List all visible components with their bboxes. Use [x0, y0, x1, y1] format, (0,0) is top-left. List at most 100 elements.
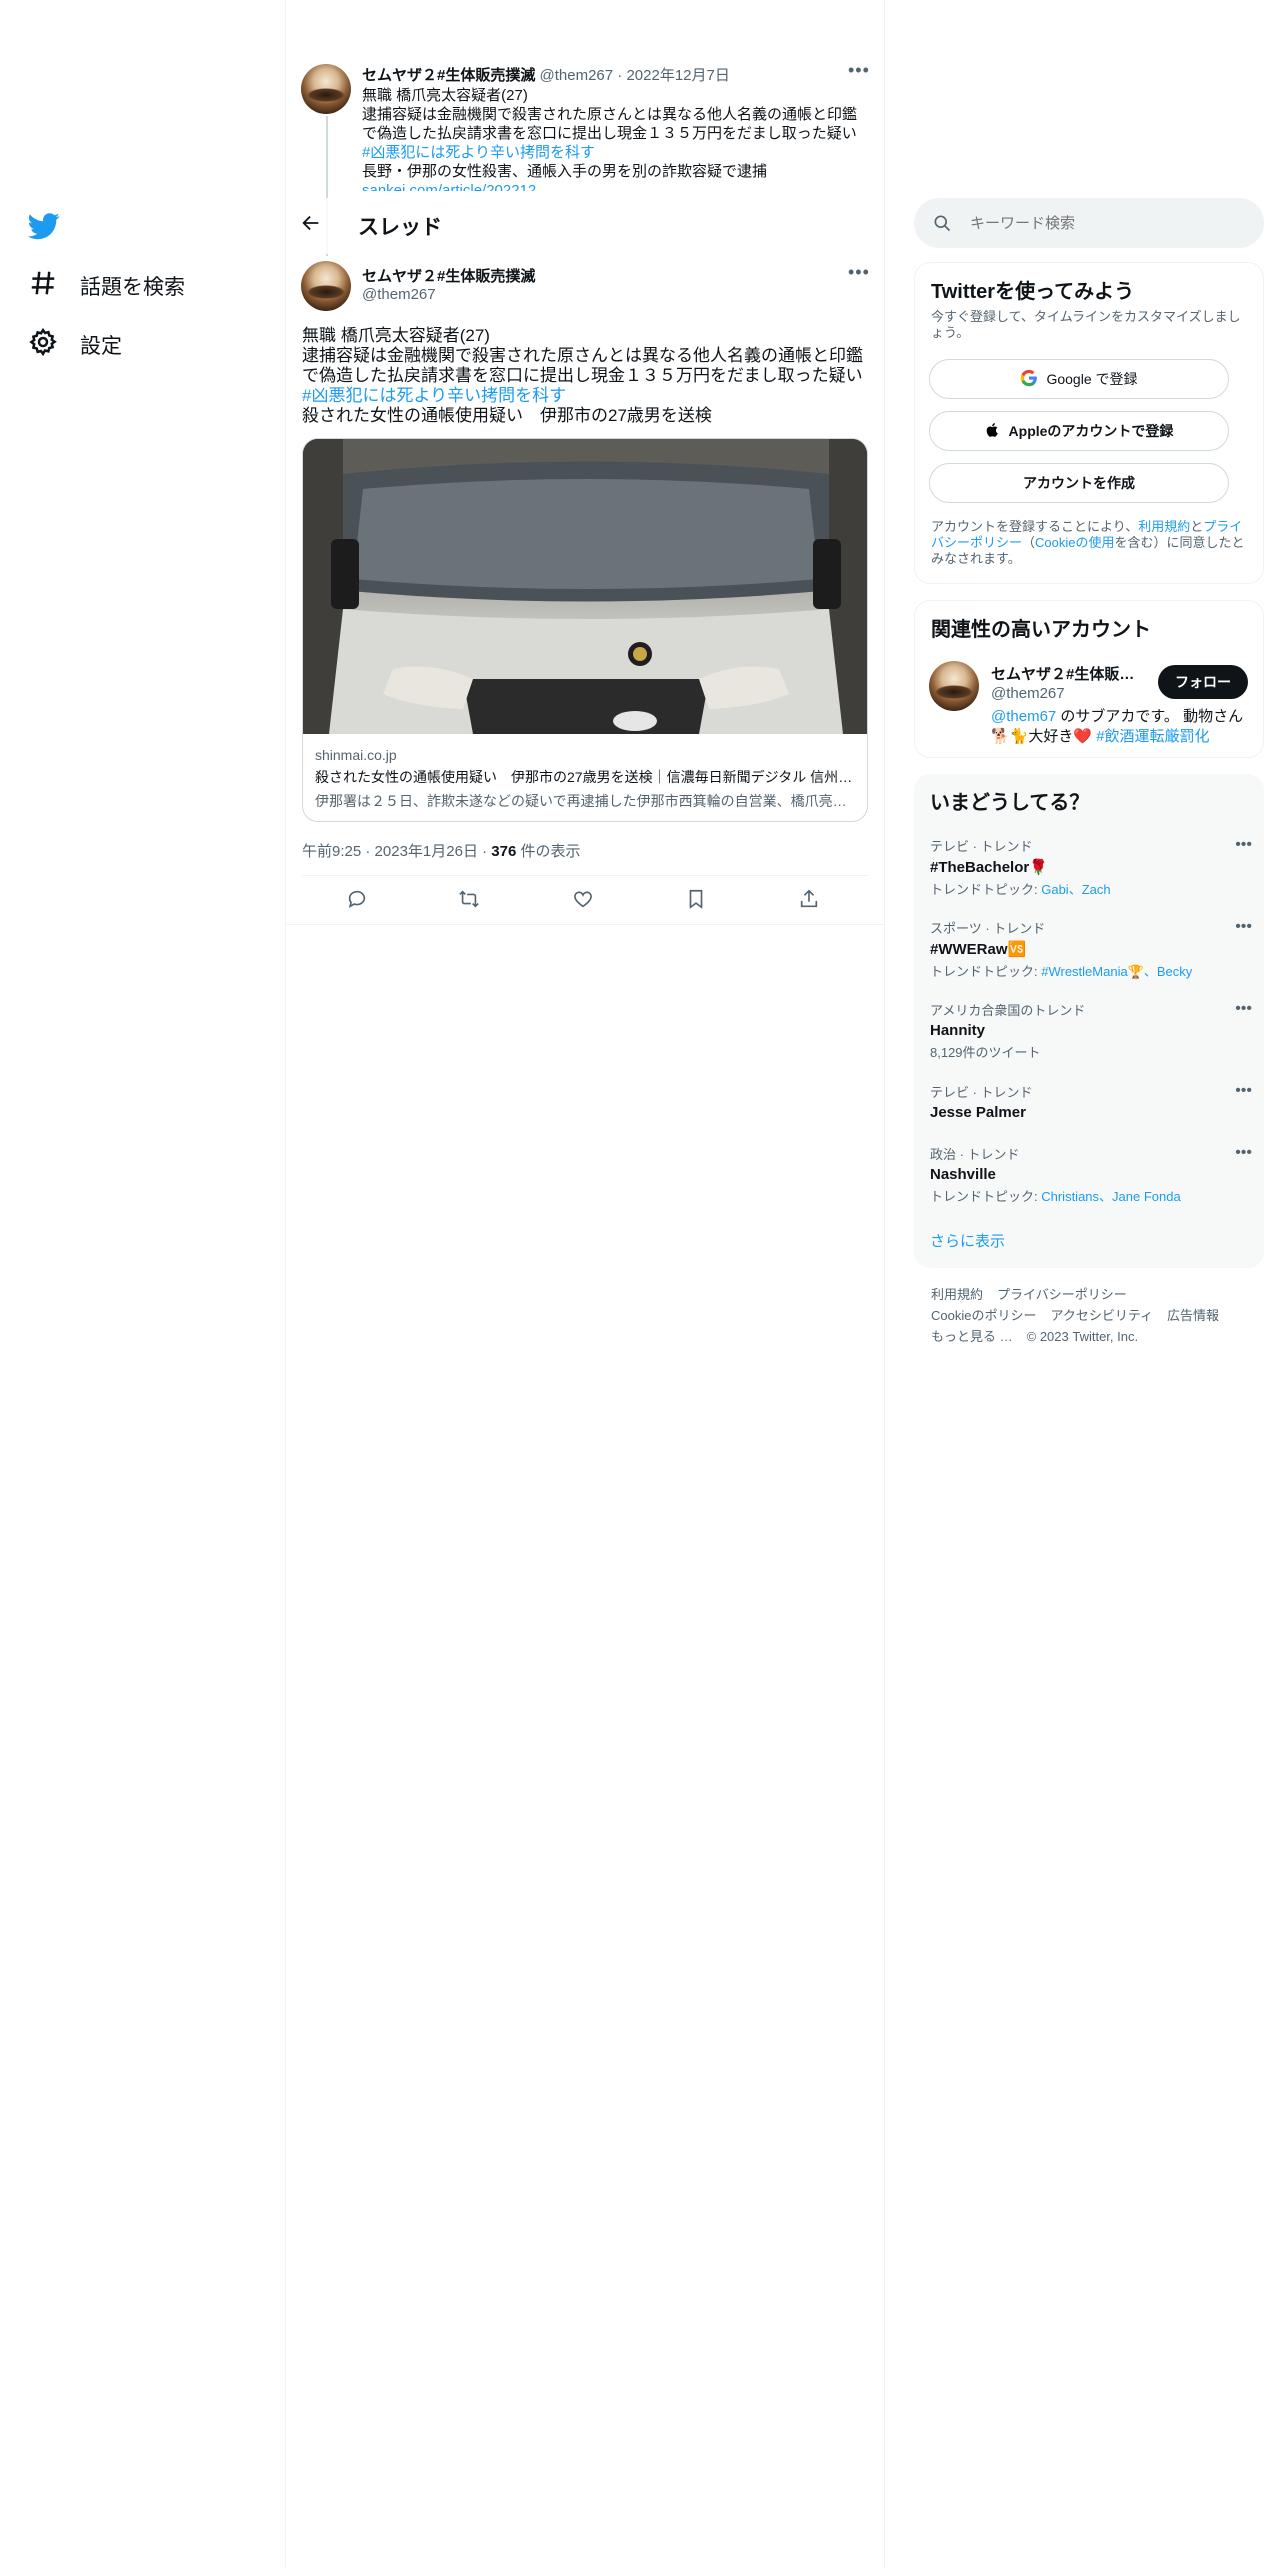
trend-category: アメリカ合衆国のトレンド: [930, 1003, 1086, 1018]
follow-button[interactable]: フォロー: [1158, 665, 1248, 699]
trend-more-icon[interactable]: •••: [1235, 1000, 1252, 1018]
trend-topics-label: トレンドトピック:: [930, 1189, 1042, 1204]
tweet-time-sep: ·: [482, 843, 488, 860]
bio-hashtag-link[interactable]: #飲酒運転厳罰化: [1096, 728, 1209, 745]
hashtag-icon: [28, 268, 58, 304]
trend-topics-links[interactable]: Christians、Jane Fonda: [1041, 1189, 1180, 1204]
main-tweet-line: 無職 橋爪亮太容疑者(27): [302, 326, 490, 345]
terms-text: アカウントを登録することにより、: [931, 519, 1139, 534]
parent-tweet-link[interactable]: sankei.com/article/202212...: [362, 181, 862, 191]
main-tweet-avatar[interactable]: [301, 261, 351, 311]
parent-tweet-date[interactable]: 2022年12月7日: [626, 67, 729, 84]
main-tweet-hashtag[interactable]: #凶悪犯には死より辛い拷問を科す: [302, 386, 872, 406]
parent-tweet-sep: ·: [617, 67, 623, 84]
related-handle[interactable]: @them267: [991, 685, 1065, 702]
search-box[interactable]: [914, 198, 1264, 248]
parent-tweet-handle[interactable]: @them267: [540, 67, 614, 84]
main-tweet-author[interactable]: セムヤザ２#生体販売撲滅: [362, 265, 535, 286]
trend-item[interactable]: アメリカ合衆国のトレンド Hannity 8,129件のツイート •••: [930, 1000, 1252, 1061]
parent-tweet-author[interactable]: セムヤザ２#生体販売撲滅: [362, 67, 535, 84]
bookmark-icon[interactable]: [685, 888, 711, 914]
main-tweet-line: 殺された女性の通帳使用疑い 伊那市の27歳男を送検: [302, 406, 712, 425]
footer-more-link[interactable]: もっと見る …: [931, 1329, 1013, 1344]
retweet-icon[interactable]: [458, 888, 484, 914]
related-name[interactable]: セムヤザ２#生体販売撲滅: [991, 663, 1141, 684]
page-title: スレッド: [358, 216, 442, 239]
link-card-description: 伊那署は２５日、詐欺未遂などの疑いで再逮捕した伊那市西箕輪の自営業、橋爪亮太容疑…: [315, 793, 857, 809]
related-avatar[interactable]: [929, 661, 979, 711]
create-account-button[interactable]: アカウントを作成: [929, 463, 1229, 503]
terms-text: と: [1190, 519, 1204, 534]
nav-explore[interactable]: 話題を検索: [28, 268, 185, 304]
trend-name: #TheBachelor🌹: [930, 859, 1048, 876]
like-icon[interactable]: [572, 888, 598, 914]
trend-topics-links[interactable]: Gabi、Zach: [1041, 882, 1110, 897]
main-tweet-timestamp: 午前9:25 · 2023年1月26日 · 376 件の表示: [302, 840, 581, 861]
twitter-bird-icon[interactable]: [27, 210, 60, 242]
google-signup-pre: Google: [1046, 371, 1092, 387]
parent-tweet-more-icon[interactable]: •••: [848, 60, 870, 81]
trend-topics: トレンドトピック: Christians、Jane Fonda: [930, 1186, 1250, 1205]
apple-signup-button[interactable]: Appleのアカウントで登録: [929, 411, 1229, 451]
search-input[interactable]: [970, 198, 1240, 248]
link-card[interactable]: shinmai.co.jp 殺された女性の通帳使用疑い 伊那市の27歳男を送検｜…: [302, 438, 868, 822]
footer-link[interactable]: プライバシーポリシー: [997, 1287, 1127, 1302]
bio-text: のサブアカです。 動物さん: [1056, 708, 1244, 725]
trend-topics-links[interactable]: #WrestleMania🏆、Becky: [1041, 964, 1192, 979]
main-tweet-more-icon[interactable]: •••: [848, 262, 870, 283]
related-title: 関連性の高いアカウント: [931, 619, 1151, 641]
footer-copyright: © 2023 Twitter, Inc.: [1026, 1329, 1139, 1344]
trend-category: テレビ · トレンド: [930, 1085, 1033, 1100]
arrow-left-icon[interactable]: [300, 212, 328, 240]
trend-more-icon[interactable]: •••: [1235, 918, 1252, 936]
trend-name: #WWERaw🆚: [930, 941, 1027, 958]
trend-more-icon[interactable]: •••: [1235, 836, 1252, 854]
parent-tweet-hashtag[interactable]: #凶悪犯には死より辛い拷問を科す: [362, 143, 862, 162]
parent-tweet-body: 無職 橋爪亮太容疑者(27) 逮捕容疑は金融機関で殺害された原さんとは異なる他人…: [362, 86, 862, 191]
trend-tweet-count: 8,129件のツイート: [930, 1045, 1041, 1060]
reply-icon[interactable]: [346, 888, 372, 914]
parent-tweet-line: 長野・伊那の女性殺害、通帳入手の男を別の詐欺容疑で逮捕: [362, 163, 768, 180]
show-more-link[interactable]: さらに表示: [930, 1230, 1005, 1251]
trend-more-icon[interactable]: •••: [1235, 1144, 1252, 1162]
footer-link[interactable]: アクセシビリティ: [1050, 1308, 1153, 1323]
trend-name: Hannity: [930, 1022, 986, 1039]
trends-title: いまどうしてる？: [930, 792, 1090, 814]
trend-name: Nashville: [930, 1166, 996, 1183]
signup-title: Twitterを使ってみよう: [931, 281, 1135, 303]
apple-icon: [985, 421, 1001, 442]
views-label: 件の表示: [516, 843, 581, 860]
trend-item[interactable]: テレビ · トレンド Jesse Palmer •••: [930, 1082, 1252, 1121]
tweet-date[interactable]: 2023年1月26日: [375, 843, 478, 860]
trends-panel: いまどうしてる？ テレビ · トレンド #TheBachelor🌹 トレンドトピ…: [914, 774, 1264, 1268]
thread-header: スレッド: [286, 198, 884, 254]
main-tweet-handle[interactable]: @them267: [362, 286, 436, 303]
search-icon: [934, 215, 951, 232]
trend-more-icon[interactable]: •••: [1235, 1082, 1252, 1100]
trend-item[interactable]: 政治 · トレンド Nashville トレンドトピック: Christians…: [930, 1144, 1252, 1205]
main-tweet-body: 無職 橋爪亮太容疑者(27) 逮捕容疑は金融機関で殺害された原さんとは異なる他人…: [302, 326, 872, 426]
google-signup-button[interactable]: Google で登録: [929, 359, 1229, 399]
right-column-divider: [884, 0, 885, 2568]
share-icon[interactable]: [798, 888, 824, 914]
footer-row-1: 利用規約 プライバシーポリシー: [931, 1284, 1141, 1303]
nav-explore-label: 話題を検索: [80, 276, 185, 299]
main-tweet-line: 逮捕容疑は金融機関で殺害された原さんとは異なる他人名義の通帳と印鑑で偽造した払戻…: [302, 346, 863, 385]
terms-link[interactable]: 利用規約: [1138, 519, 1190, 534]
footer-link[interactable]: 利用規約: [931, 1287, 983, 1302]
signup-subtitle: 今すぐ登録して、タイムラインをカスタマイズしましょう。: [931, 309, 1241, 340]
nav-settings[interactable]: 設定: [28, 327, 122, 363]
signup-panel: Twitterを使ってみよう 今すぐ登録して、タイムラインをカスタマイズしましょ…: [914, 262, 1264, 584]
footer-link[interactable]: Cookieのポリシー: [931, 1308, 1036, 1323]
trend-topics-label: トレンドトピック:: [930, 964, 1042, 979]
footer-link[interactable]: 広告情報: [1167, 1308, 1219, 1323]
bio-mention-link[interactable]: @them67: [991, 708, 1056, 725]
parent-tweet-line: 逮捕容疑は金融機関で殺害された原さんとは異なる他人名義の通帳と印鑑で偽造した払戻…: [362, 106, 858, 142]
cookie-link[interactable]: Cookieの使用: [1035, 535, 1114, 550]
views-count[interactable]: 376: [491, 843, 516, 860]
trend-item[interactable]: スポーツ · トレンド #WWERaw🆚 トレンドトピック: #WrestleM…: [930, 918, 1252, 980]
tweet-time[interactable]: 午前9:25: [302, 843, 361, 860]
parent-tweet-avatar[interactable]: [301, 64, 351, 114]
trend-item[interactable]: テレビ · トレンド #TheBachelor🌹 トレンドトピック: Gabi、…: [930, 836, 1252, 898]
link-card-image: [303, 439, 867, 734]
